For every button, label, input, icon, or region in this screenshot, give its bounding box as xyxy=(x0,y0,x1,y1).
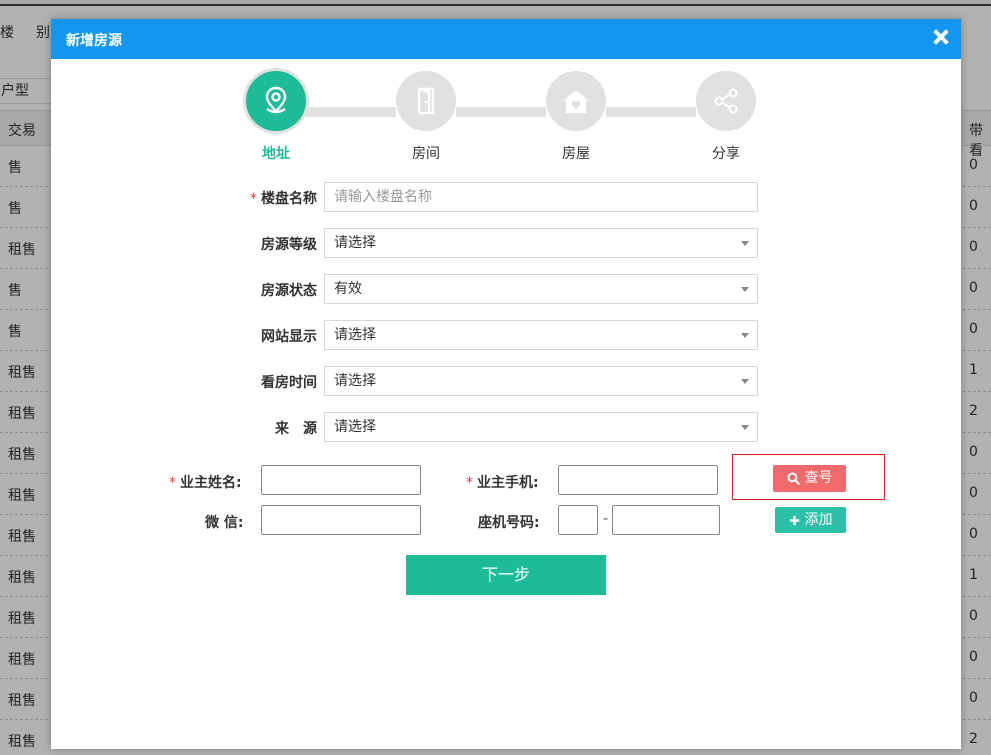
chevron-down-icon xyxy=(741,287,749,292)
grade-select[interactable]: 请选择 xyxy=(324,228,758,258)
building-label-text: 楼盘名称 xyxy=(261,191,317,207)
source-value: 请选择 xyxy=(334,419,376,435)
dialog-title: 新增房源 xyxy=(66,33,122,49)
status-select[interactable]: 有效 xyxy=(324,274,758,304)
location-pin-icon xyxy=(265,86,287,114)
website-select[interactable]: 请选择 xyxy=(324,320,758,350)
building-label: * 楼盘名称 xyxy=(231,188,317,208)
required-mark: * xyxy=(250,191,257,207)
owner-name-input[interactable] xyxy=(261,465,421,495)
owner-name-label-text: 业主姓名: xyxy=(180,475,242,491)
check-number-button[interactable]: 查号 xyxy=(773,465,846,492)
step-connector xyxy=(456,107,546,117)
step-circle xyxy=(246,71,306,131)
viewing-value: 请选择 xyxy=(334,373,376,389)
status-value: 有效 xyxy=(334,281,362,297)
step-room[interactable]: 房间 xyxy=(396,71,456,162)
chevron-down-icon xyxy=(741,241,749,246)
required-mark: * xyxy=(466,475,473,491)
wechat-label: 微 信: xyxy=(205,515,244,531)
add-button[interactable]: 添加 xyxy=(775,507,846,533)
area-code-input[interactable] xyxy=(558,505,598,535)
grade-value: 请选择 xyxy=(334,235,376,251)
chevron-down-icon xyxy=(741,333,749,338)
owner-name-label: * 业主姓名: xyxy=(169,472,242,492)
step-circle xyxy=(696,71,756,131)
step-connector xyxy=(606,107,696,117)
step-circle xyxy=(396,71,456,131)
close-icon[interactable] xyxy=(931,27,951,47)
step-circle xyxy=(546,71,606,131)
step-connector xyxy=(306,107,396,117)
source-select[interactable]: 请选择 xyxy=(324,412,758,442)
step-share[interactable]: 分享 xyxy=(696,71,756,162)
owner-phone-input[interactable] xyxy=(558,465,718,495)
step-label: 房屋 xyxy=(562,146,590,162)
building-name-input[interactable] xyxy=(324,182,758,212)
status-label: 房源状态 xyxy=(261,283,317,299)
check-number-label: 查号 xyxy=(804,470,833,486)
source-label: 来 源 xyxy=(275,421,317,437)
step-label: 分享 xyxy=(712,146,740,162)
step-label: 房间 xyxy=(412,146,440,162)
landline-label: 座机号码: xyxy=(478,515,540,531)
viewing-select[interactable]: 请选择 xyxy=(324,366,758,396)
owner-phone-label: * 业主手机: xyxy=(466,472,539,492)
website-value: 请选择 xyxy=(334,327,376,343)
house-heart-icon xyxy=(563,90,589,113)
step-address[interactable]: 地址 xyxy=(246,71,306,162)
grade-label: 房源等级 xyxy=(261,237,317,253)
plus-icon xyxy=(789,515,799,525)
chevron-down-icon xyxy=(741,379,749,384)
add-listing-dialog: 新增房源 地址 房间 房屋 分享 * 楼盘名称 请输入楼盘名称 房源等级 请选择… xyxy=(51,19,961,749)
step-label: 地址 xyxy=(262,146,290,162)
owner-phone-label-text: 业主手机: xyxy=(477,475,539,491)
door-icon xyxy=(417,87,435,115)
dialog-header: 新增房源 xyxy=(51,19,961,59)
required-mark: * xyxy=(169,475,176,491)
share-icon xyxy=(714,88,738,114)
landline-separator: - xyxy=(603,511,609,527)
website-label: 网站显示 xyxy=(261,329,317,345)
landline-number-input[interactable] xyxy=(612,505,720,535)
viewing-label: 看房时间 xyxy=(261,375,317,391)
chevron-down-icon xyxy=(741,425,749,430)
wechat-input[interactable] xyxy=(261,505,421,535)
step-house[interactable]: 房屋 xyxy=(546,71,606,162)
next-step-button[interactable]: 下一步 xyxy=(406,555,606,595)
add-label: 添加 xyxy=(804,512,833,528)
search-icon xyxy=(786,471,800,485)
